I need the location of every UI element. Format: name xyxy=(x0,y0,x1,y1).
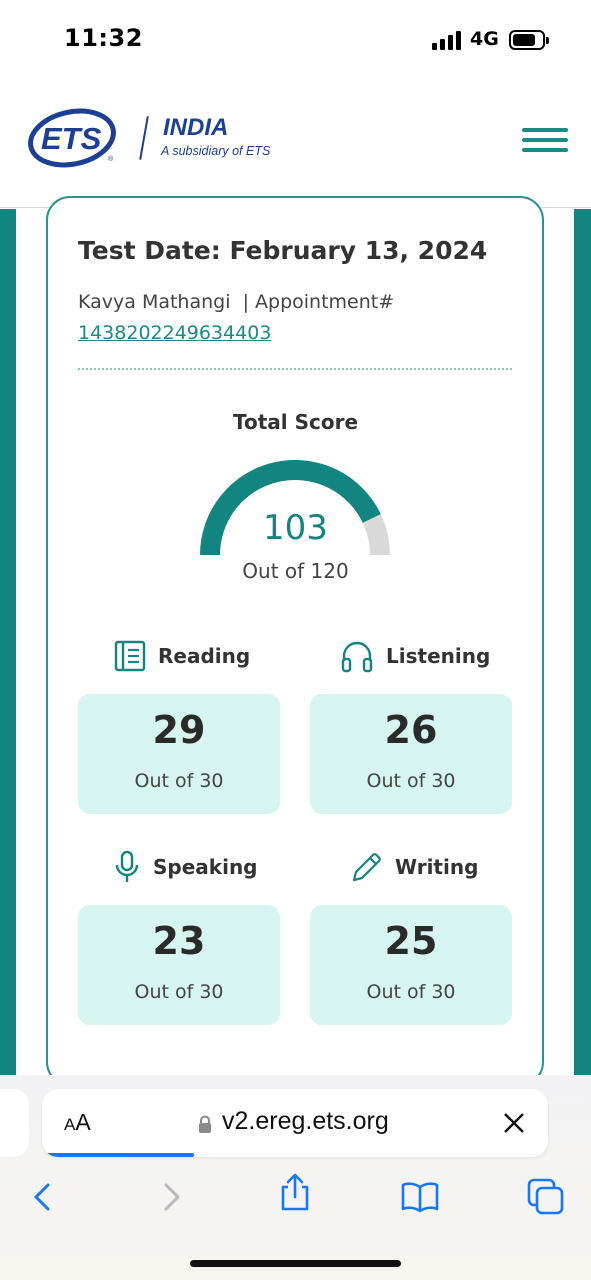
book-icon xyxy=(114,640,146,672)
home-indicator[interactable] xyxy=(190,1260,401,1267)
site-header: ETS ® INDIA A subsidiary of ETS xyxy=(0,80,591,208)
lock-icon xyxy=(199,1115,211,1133)
writing-heading: Writing xyxy=(351,850,478,884)
ets-logo[interactable]: ETS ® xyxy=(26,106,122,170)
close-icon[interactable] xyxy=(502,1111,526,1135)
share-icon[interactable] xyxy=(275,1173,315,1213)
tabs-icon[interactable] xyxy=(526,1177,566,1217)
forward-icon[interactable] xyxy=(152,1177,192,1217)
previous-tab-peek[interactable] xyxy=(0,1089,29,1157)
speaking-out-of: Out of 30 xyxy=(134,981,224,1003)
listening-label: Listening xyxy=(386,644,491,668)
address-bar[interactable]: AA v2.ereg.ets.org xyxy=(42,1089,548,1157)
speaking-heading: Speaking xyxy=(113,850,258,884)
speaking-label: Speaking xyxy=(153,855,258,879)
back-icon[interactable] xyxy=(22,1177,62,1217)
reading-heading: Reading xyxy=(114,639,250,673)
listening-score: 26 xyxy=(384,708,438,752)
signal-icon xyxy=(432,30,462,50)
reading-score: 29 xyxy=(152,708,206,752)
text-size-button[interactable]: AA xyxy=(64,1109,91,1136)
side-strip-right xyxy=(574,209,591,1075)
candidate-line: Kavya Mathangi | Appointment# xyxy=(78,291,395,313)
headphones-icon xyxy=(341,641,373,673)
total-score-label: Total Score xyxy=(232,410,359,434)
total-score-value: 103 xyxy=(263,508,328,548)
listening-score-box: 26 Out of 30 xyxy=(310,694,512,814)
total-score-out-of: Out of 120 xyxy=(242,559,349,583)
speaking-score-box: 23 Out of 30 xyxy=(78,905,280,1025)
speaking-score: 23 xyxy=(152,919,206,963)
svg-text:®: ® xyxy=(108,155,114,163)
network-type: 4G xyxy=(470,28,499,50)
writing-score: 25 xyxy=(384,919,438,963)
bookmarks-icon[interactable] xyxy=(400,1177,440,1217)
reading-score-box: 29 Out of 30 xyxy=(78,694,280,814)
logo-divider xyxy=(139,116,149,160)
india-title: INDIA xyxy=(163,114,229,141)
listening-heading: Listening xyxy=(340,639,490,673)
listening-out-of: Out of 30 xyxy=(366,770,456,792)
india-subtitle: A subsidiary of ETS xyxy=(161,144,271,158)
writing-score-box: 25 Out of 30 xyxy=(310,905,512,1025)
status-time: 11:32 xyxy=(64,24,143,52)
writing-label: Writing xyxy=(395,855,479,879)
section-divider xyxy=(78,368,512,370)
appointment-number-link[interactable]: 1438202249634403 xyxy=(78,322,271,344)
status-bar: 11:32 4G xyxy=(0,0,591,80)
writing-out-of: Out of 30 xyxy=(366,981,456,1003)
pencil-icon xyxy=(352,853,381,882)
ets-logo-text: ETS xyxy=(41,121,102,156)
test-date: Test Date: February 13, 2024 xyxy=(78,236,488,265)
microphone-icon xyxy=(115,850,139,882)
browser-toolbar: AA v2.ereg.ets.org xyxy=(0,1075,591,1280)
side-strip-left xyxy=(0,209,16,1075)
reading-label: Reading xyxy=(158,644,251,668)
url-text[interactable]: v2.ereg.ets.org xyxy=(222,1107,389,1136)
reading-out-of: Out of 30 xyxy=(134,770,224,792)
page-load-progress xyxy=(42,1153,548,1157)
menu-icon[interactable] xyxy=(522,128,568,152)
battery-icon xyxy=(509,30,549,50)
